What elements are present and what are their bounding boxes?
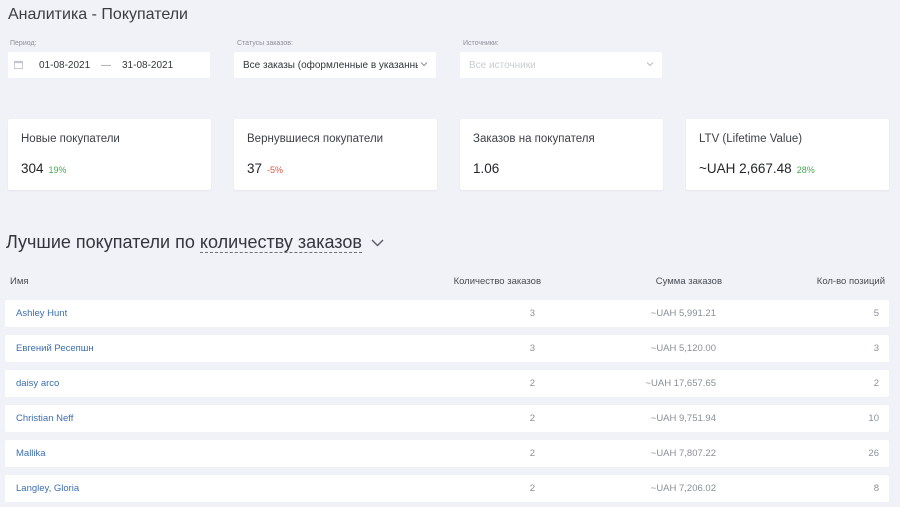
- kpi-value-row: 304 19%: [21, 161, 67, 176]
- chevron-down-icon: [420, 62, 428, 67]
- column-header-items-count[interactable]: Кол-во позиций: [817, 276, 885, 287]
- kpi-value: 37: [247, 161, 263, 176]
- kpi-value-row: ~UAH 2,667.48 28%: [699, 161, 815, 176]
- orders-sum-cell: ~UAH 7,206.02: [650, 483, 716, 494]
- table-row: Langley, Gloria 2 ~UAH 7,206.02 8: [5, 475, 889, 502]
- period-label: Период:: [10, 40, 37, 47]
- order-status-value: Все заказы (оформленные в указанный пери…: [243, 59, 418, 71]
- kpi-delta: 28%: [796, 165, 815, 175]
- orders-count-cell: 2: [529, 483, 535, 494]
- order-status-label: Статусы заказов:: [237, 40, 293, 47]
- table-row: Christian Neff 2 ~UAH 9,751.94 10: [5, 405, 889, 432]
- orders-count-cell: 2: [529, 378, 535, 389]
- kpi-value: 304: [21, 161, 44, 176]
- customer-name-link[interactable]: Ashley Hunt: [16, 308, 67, 319]
- chevron-down-icon[interactable]: [371, 239, 384, 247]
- kpi-delta: 19%: [48, 165, 67, 175]
- kpi-card-new-customers: Новые покупатели 304 19%: [8, 119, 211, 190]
- column-header-orders-count[interactable]: Количество заказов: [454, 276, 541, 287]
- orders-count-cell: 2: [529, 448, 535, 459]
- customer-name-link[interactable]: Langley, Gloria: [16, 483, 79, 494]
- customer-name-link[interactable]: Christian Neff: [16, 413, 73, 424]
- kpi-value-row: 1.06: [473, 161, 499, 176]
- items-count-cell: 3: [873, 343, 879, 354]
- kpi-label: Вернувшиеся покупатели: [247, 133, 384, 145]
- customer-name-link[interactable]: daisy arco: [16, 378, 59, 389]
- top-customers-heading: Лучшие покупатели по количеству заказов: [6, 232, 384, 253]
- orders-count-cell: 2: [529, 413, 535, 424]
- kpi-value-row: 37 -5%: [247, 161, 283, 176]
- orders-sum-cell: ~UAH 5,120.00: [650, 343, 716, 354]
- customer-name-link[interactable]: Mallika: [16, 448, 46, 459]
- date-separator: —: [101, 59, 111, 71]
- kpi-label: LTV (Lifetime Value): [699, 133, 803, 145]
- table-row: Ashley Hunt 3 ~UAH 5,991.21 5: [5, 300, 889, 327]
- calendar-icon: [14, 60, 23, 69]
- column-header-name[interactable]: Имя: [10, 276, 29, 287]
- customer-analytics-page: Аналитика - Покупатели Период: 01-08-202…: [0, 0, 900, 507]
- sources-select[interactable]: Все источники: [460, 52, 662, 78]
- kpi-value: 1.06: [473, 161, 500, 176]
- items-count-cell: 2: [873, 378, 879, 389]
- column-header-orders-sum[interactable]: Сумма заказов: [656, 276, 722, 287]
- items-count-cell: 10: [868, 413, 879, 424]
- kpi-card-returning-customers: Вернувшиеся покупатели 37 -5%: [234, 119, 437, 190]
- orders-sum-cell: ~UAH 7,807.22: [650, 448, 716, 459]
- kpi-value: ~UAH 2,667.48: [699, 161, 792, 176]
- chevron-down-icon: [646, 62, 654, 67]
- sources-placeholder: Все источники: [469, 59, 536, 71]
- date-from-value[interactable]: 01-08-2021: [39, 60, 90, 71]
- sources-label: Источники:: [463, 40, 499, 47]
- orders-sum-cell: ~UAH 5,991.21: [650, 308, 716, 319]
- table-row: Mallika 2 ~UAH 7,807.22 26: [5, 440, 889, 467]
- kpi-delta: -5%: [267, 165, 284, 175]
- orders-sum-cell: ~UAH 17,657.65: [645, 378, 716, 389]
- items-count-cell: 8: [873, 483, 879, 494]
- items-count-cell: 26: [868, 448, 879, 459]
- table-row: Евгений Ресепшн 3 ~UAH 5,120.00 3: [5, 335, 889, 362]
- date-to-value[interactable]: 31-08-2021: [122, 60, 173, 71]
- kpi-label: Заказов на покупателя: [473, 133, 595, 145]
- customer-name-link[interactable]: Евгений Ресепшн: [16, 343, 94, 354]
- table-row: daisy arco 2 ~UAH 17,657.65 2: [5, 370, 889, 397]
- order-status-select[interactable]: Все заказы (оформленные в указанный пери…: [234, 52, 436, 78]
- kpi-card-ltv: LTV (Lifetime Value) ~UAH 2,667.48 28%: [686, 119, 889, 190]
- orders-sum-cell: ~UAH 9,751.94: [650, 413, 716, 424]
- heading-prefix: Лучшие покупатели по: [6, 232, 195, 252]
- items-count-cell: 5: [873, 308, 879, 319]
- period-date-range[interactable]: 01-08-2021 — 31-08-2021: [8, 52, 210, 78]
- orders-count-cell: 3: [529, 343, 535, 354]
- page-title: Аналитика - Покупатели: [8, 6, 188, 23]
- orders-count-cell: 3: [529, 308, 535, 319]
- kpi-label: Новые покупатели: [21, 133, 120, 145]
- kpi-card-orders-per-customer: Заказов на покупателя 1.06: [460, 119, 663, 190]
- sort-criteria-dropdown[interactable]: количеству заказов: [199, 232, 362, 253]
